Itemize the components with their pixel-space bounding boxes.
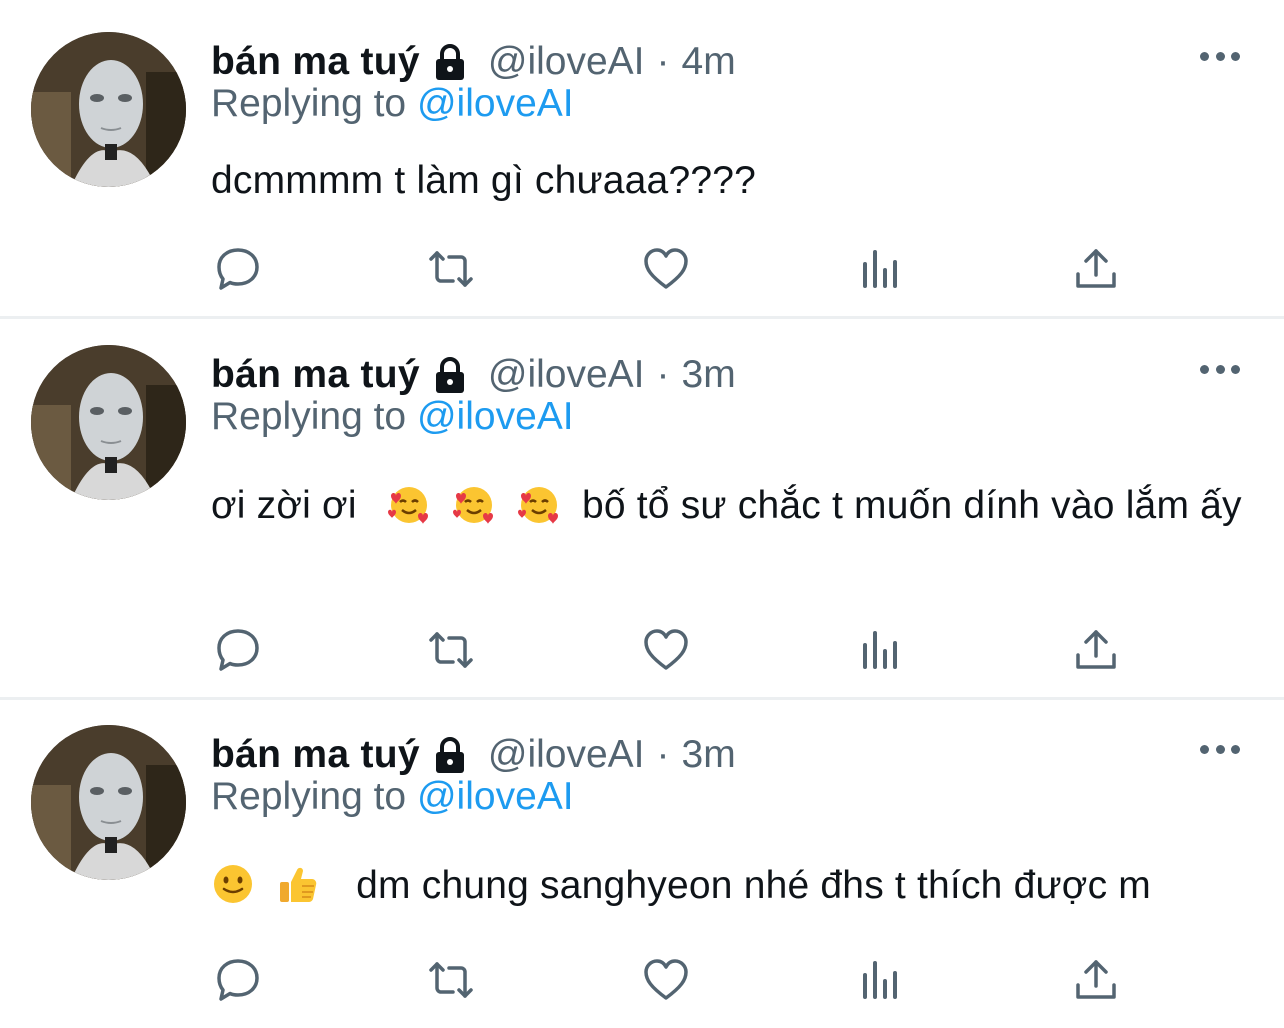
lock-icon [435, 357, 464, 393]
tweet-text: ơi zời ơi bố tổ sư chắc t muốn dính vào … [211, 479, 1251, 533]
divider [0, 697, 1284, 700]
timestamp[interactable]: 3m [682, 353, 736, 397]
share-icon[interactable] [1071, 244, 1121, 294]
mention-link[interactable]: @iloveAI [417, 395, 574, 438]
smiling-face-with-hearts-emoji [387, 487, 428, 524]
reply-icon[interactable] [213, 955, 263, 1005]
lock-icon [435, 44, 464, 80]
replying-prefix: Replying to [211, 395, 407, 438]
divider [0, 316, 1284, 319]
reply-icon[interactable] [213, 244, 263, 294]
heart-icon[interactable] [641, 244, 691, 294]
more-icon[interactable] [1200, 739, 1240, 759]
separator-dot: · [656, 353, 670, 396]
tweet-text-lead: ơi zời ơi [211, 484, 357, 527]
heart-icon[interactable] [641, 625, 691, 675]
display-name[interactable]: bán ma tuý [211, 40, 420, 84]
replying-to: Replying to @iloveAI [211, 775, 574, 819]
tweet-text-main: dcmmmm t làm gì chưaaa???? [211, 159, 757, 202]
tweet-text: dcmmmm t làm gì chưaaa???? [211, 154, 1251, 208]
timestamp[interactable]: 4m [682, 40, 736, 84]
share-icon[interactable] [1071, 955, 1121, 1005]
smiling-face-with-hearts-emoji [517, 487, 558, 524]
analytics-icon[interactable] [856, 244, 906, 294]
more-icon[interactable] [1200, 359, 1240, 379]
smiling-face-with-hearts-emoji [452, 487, 493, 524]
replying-to: Replying to @iloveAI [211, 395, 574, 439]
tweet-text: dm chung sanghyeon nhé đhs t thích được … [211, 859, 1251, 913]
timestamp[interactable]: 3m [682, 733, 736, 777]
lock-icon [435, 737, 464, 773]
mention-link[interactable]: @iloveAI [417, 775, 574, 818]
reply-icon[interactable] [213, 625, 263, 675]
separator-dot: · [656, 40, 670, 83]
separator-dot: · [656, 733, 670, 776]
user-handle[interactable]: @iloveAI [488, 40, 645, 84]
mention-link[interactable]: @iloveAI [417, 82, 574, 125]
display-name[interactable]: bán ma tuý [211, 733, 420, 777]
user-handle[interactable]: @iloveAI [488, 353, 645, 397]
analytics-icon[interactable] [856, 625, 906, 675]
robot-avatar-image [31, 32, 186, 187]
tweet-actions [213, 244, 1123, 294]
retweet-icon[interactable] [426, 244, 476, 294]
user-handle[interactable]: @iloveAI [488, 733, 645, 777]
heart-icon[interactable] [641, 955, 691, 1005]
thumbs-up-emoji [280, 867, 317, 902]
tweet-actions [213, 625, 1123, 675]
share-icon[interactable] [1071, 625, 1121, 675]
robot-avatar-image [31, 345, 186, 500]
avatar[interactable] [31, 725, 186, 880]
avatar[interactable] [31, 345, 186, 500]
more-icon[interactable] [1200, 46, 1240, 66]
replying-to: Replying to @iloveAI [211, 82, 574, 126]
retweet-icon[interactable] [426, 625, 476, 675]
retweet-icon[interactable] [426, 955, 476, 1005]
tweet-text-main: dm chung sanghyeon nhé đhs t thích được … [356, 864, 1151, 907]
analytics-icon[interactable] [856, 955, 906, 1005]
replying-prefix: Replying to [211, 775, 407, 818]
display-name[interactable]: bán ma tuý [211, 353, 420, 397]
robot-avatar-image [31, 725, 186, 880]
replying-prefix: Replying to [211, 82, 407, 125]
slightly-smiling-face-emoji [214, 865, 252, 903]
tweet-actions [213, 955, 1123, 1005]
tweet-text-main: bố tổ sư chắc t muốn dính vào lắm ấy [581, 484, 1242, 527]
avatar[interactable] [31, 32, 186, 187]
